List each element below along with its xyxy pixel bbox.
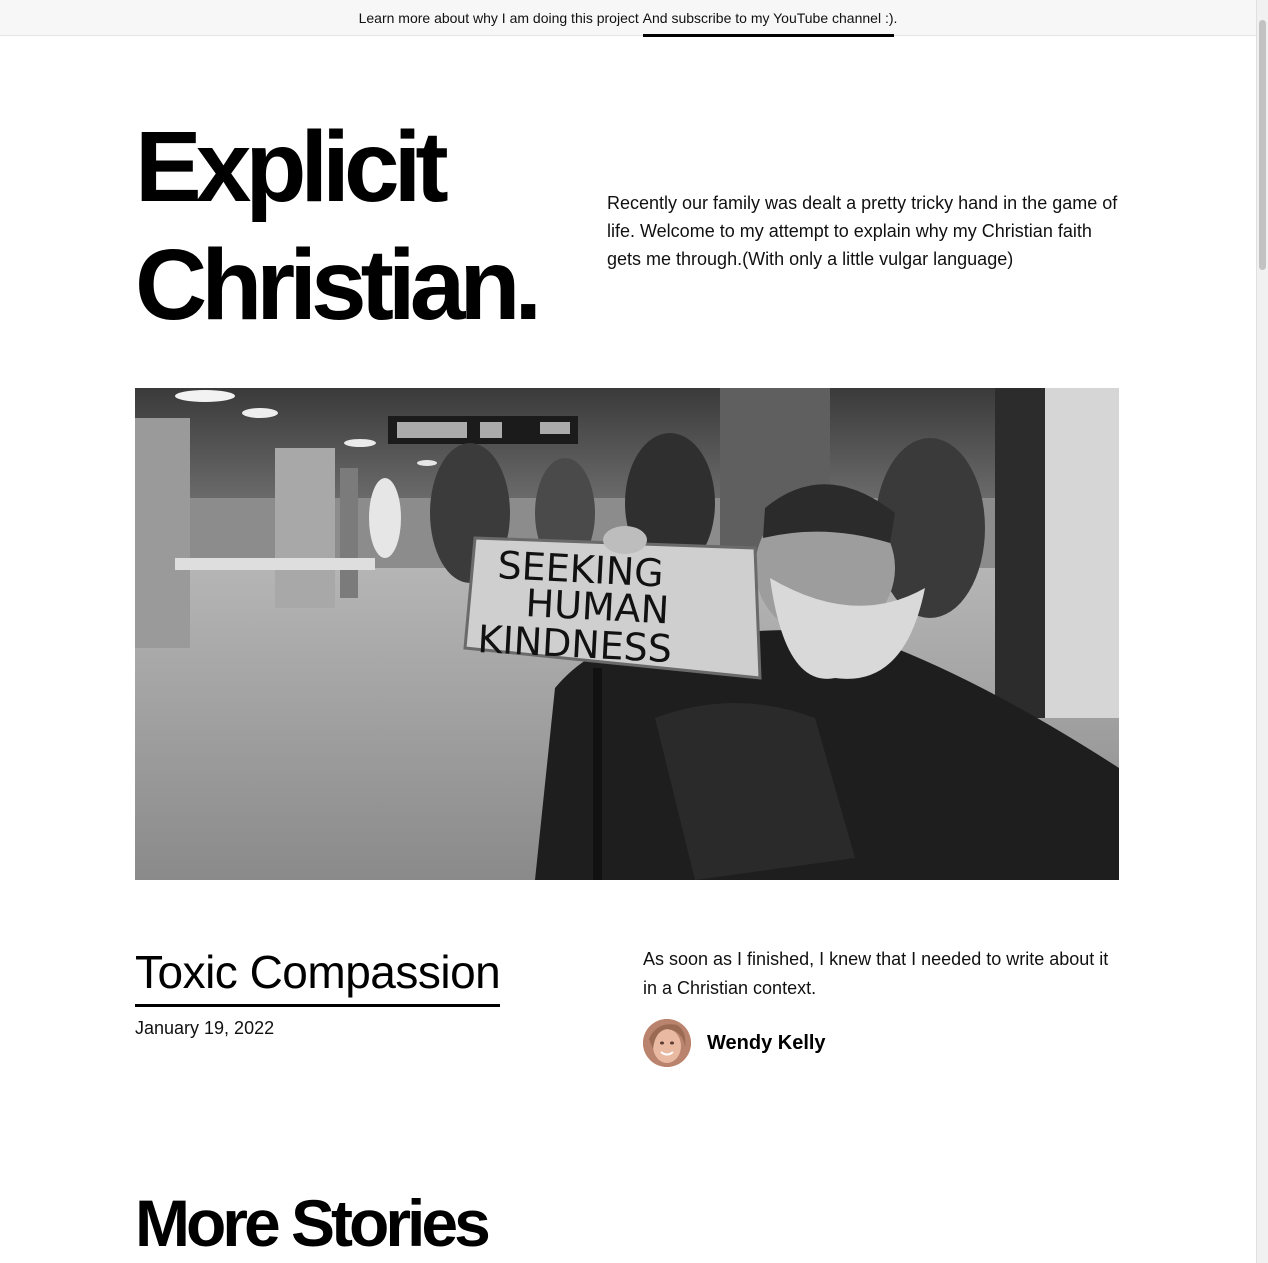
announcement-bar: Learn more about why I am doing this pro… [0,0,1256,37]
vertical-scrollbar[interactable] [1256,0,1268,1263]
post-date: January 19, 2022 [135,1018,275,1038]
more-stories-heading: More Stories [135,1186,491,1260]
scrollbar-thumb[interactable] [1259,20,1266,270]
author-name-link[interactable]: Wendy Kelly [707,1032,826,1055]
post-title-link[interactable]: Toxic Compassion [135,944,501,1007]
site-title-link[interactable]: Explicit Christian. [135,111,542,341]
announcement-text-end: . [893,10,898,26]
avatar-photo [643,1019,691,1067]
author-byline: Wendy Kelly [643,1019,826,1067]
announcement-text: Learn more about why I am doing this pro… [358,10,643,26]
site-title: Explicit Christian. [135,108,595,344]
site-description: Recently our family was dealt a pretty t… [607,193,1118,269]
featured-photo: SEEKING HUMAN KINDNESS [135,388,1119,880]
youtube-subscribe-link[interactable]: And subscribe to my YouTube channel :) [642,1,894,37]
site-title-line-1: Explicit [135,111,449,223]
post-title: Toxic Compassion [135,944,501,1007]
page: Learn more about why I am doing this pro… [0,0,1268,1263]
author-avatar[interactable] [643,1019,691,1067]
post-excerpt: As soon as I finished, I knew that I nee… [643,949,1109,998]
featured-post-image[interactable]: SEEKING HUMAN KINDNESS [135,388,1119,880]
site-title-line-2: Christian. [135,229,542,341]
